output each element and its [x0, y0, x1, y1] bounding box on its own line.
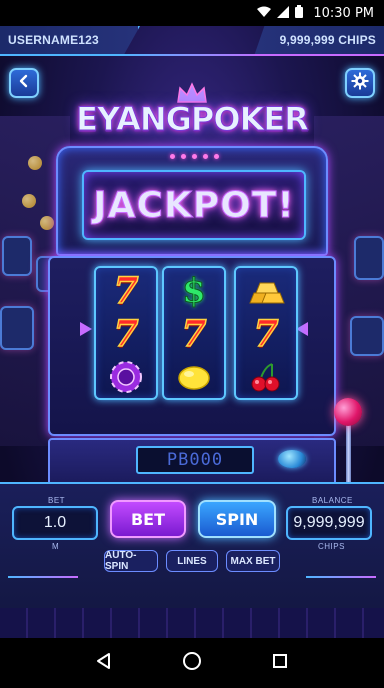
- coin-icon: [22, 194, 36, 208]
- balance-value: 9,999,999: [293, 514, 365, 531]
- status-time: 10:30 PM: [313, 5, 374, 21]
- background-slot-machine: [354, 236, 384, 280]
- slot-machine-top: JACKPOT!: [56, 146, 328, 256]
- game-screen: USERNAME123 9,999,999 CHIPS EYANGPOKER J…: [0, 26, 384, 638]
- dollar-symbol: $: [182, 271, 207, 312]
- bet-amount-value: 1.0: [43, 514, 67, 531]
- balance-label: BALANCE: [312, 496, 353, 505]
- battery-icon: [295, 5, 304, 21]
- balance-field: 9,999,999: [286, 506, 372, 540]
- settings-button[interactable]: [345, 68, 375, 98]
- reel: 7: [234, 266, 298, 400]
- reel: $ 7: [162, 266, 226, 400]
- background-slot-machine: [0, 306, 34, 350]
- triangle-back-icon: [95, 652, 113, 675]
- reel: 7 7: [94, 266, 158, 400]
- machine-round-button[interactable]: [278, 450, 306, 468]
- bet-unit: M: [52, 542, 60, 551]
- navigation-bar: [0, 638, 384, 688]
- username-panel[interactable]: USERNAME123: [0, 26, 140, 56]
- cherries-icon: [236, 356, 296, 398]
- seven-symbol: 7: [113, 269, 140, 313]
- signal-icon: [277, 5, 290, 21]
- back-button[interactable]: [9, 68, 39, 98]
- spin-button[interactable]: SPIN: [198, 500, 276, 538]
- slot-machine: JACKPOT! 7 7 $ 7 7 PB000: [48, 146, 362, 520]
- coin-icon: [28, 156, 42, 170]
- lines-button[interactable]: LINES: [166, 550, 218, 572]
- reels-area: 7 7 $ 7 7: [48, 256, 362, 520]
- balance-unit: CHIPS: [318, 542, 345, 551]
- bet-button[interactable]: BET: [110, 500, 186, 538]
- chevron-left-icon: [17, 74, 31, 93]
- gold-bars-icon: [236, 270, 296, 312]
- nav-recents-button[interactable]: [268, 651, 292, 675]
- credit-display: PB000: [136, 446, 254, 474]
- background-slot-machine: [2, 236, 32, 276]
- seven-symbol: 7: [253, 312, 280, 356]
- square-recents-icon: [272, 653, 288, 674]
- username: USERNAME123: [8, 33, 99, 47]
- wifi-icon: [257, 6, 272, 21]
- lever-handle[interactable]: [334, 398, 362, 426]
- nav-back-button[interactable]: [92, 651, 116, 675]
- jackpot-text: JACKPOT!: [93, 184, 295, 226]
- chips-balance: 9,999,999 CHIPS: [279, 33, 376, 47]
- light-dots: [170, 154, 219, 159]
- hud-divider: [120, 54, 270, 56]
- jackpot-panel: JACKPOT!: [82, 170, 306, 240]
- circle-home-icon: [182, 651, 202, 676]
- auto-spin-button[interactable]: AUTO-SPIN: [104, 550, 158, 572]
- max-bet-button[interactable]: MAX BET: [226, 550, 280, 572]
- background-slot-machine: [350, 316, 384, 356]
- bet-amount-field[interactable]: 1.0: [12, 506, 98, 540]
- panel-divider: [306, 576, 376, 578]
- status-bar: 10:30 PM: [0, 0, 384, 26]
- nav-home-button[interactable]: [180, 651, 204, 675]
- bet-label: BET: [48, 496, 66, 505]
- lemon-icon: [164, 356, 224, 398]
- gear-icon: [351, 72, 369, 95]
- top-hud: USERNAME123 9,999,999 CHIPS: [0, 26, 384, 56]
- seven-symbol: 7: [113, 312, 140, 356]
- floor-pattern: [0, 608, 384, 638]
- payline-arrow-left: [80, 322, 92, 336]
- poker-chip-icon: [96, 356, 156, 398]
- chips-panel[interactable]: 9,999,999 CHIPS: [254, 26, 384, 56]
- logo-title: EYANGPOKER: [76, 100, 310, 139]
- seven-symbol: 7: [181, 312, 208, 356]
- control-panel: BET 1.0 M BET SPIN BALANCE 9,999,999 CHI…: [0, 482, 384, 608]
- panel-divider: [8, 576, 78, 578]
- game-logo: EYANGPOKER: [70, 82, 314, 148]
